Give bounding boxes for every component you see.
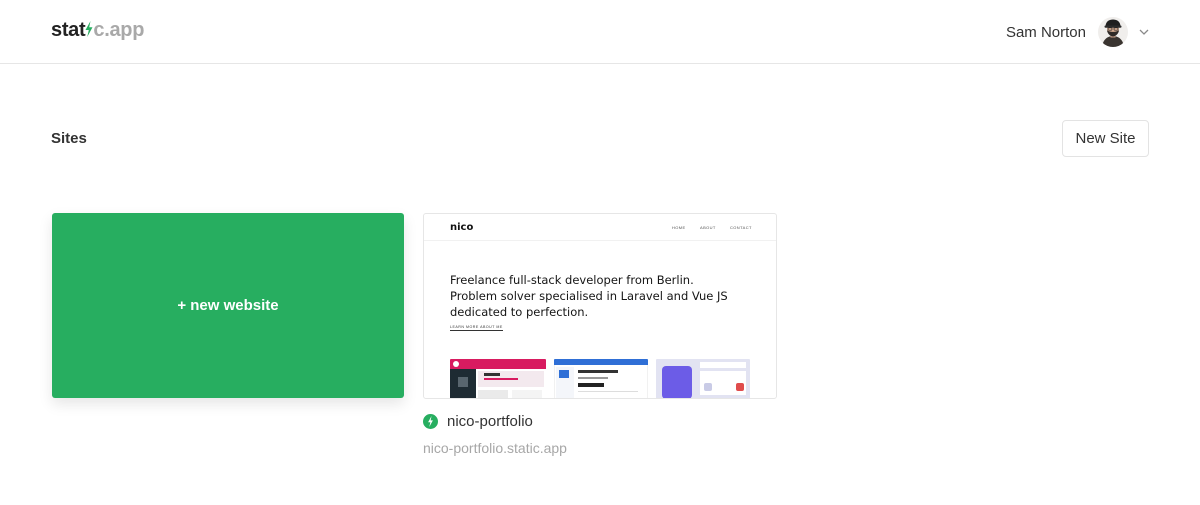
preview-learn-more-link: LEARN MORE ABOUT ME [450,325,503,331]
avatar [1098,17,1128,47]
logo-text-light: c.app [93,19,145,41]
site-name-row: nico-portfolio [423,413,533,430]
preview-hero-text: Freelance full-stack developer from Berl… [450,272,750,320]
bolt-icon [423,414,438,429]
preview-project-shot [554,359,648,398]
chevron-down-icon[interactable] [1138,26,1150,38]
logo-text-dark: stat [51,19,86,41]
static-app-logo[interactable]: stat c.app [51,19,144,42]
preview-project-shot [450,359,546,398]
new-website-label: + new website [177,297,279,314]
site-thumbnail: nico HOME ABOUT CONTACT Freelance full-s… [424,214,776,398]
preview-nav-home: HOME [672,225,686,230]
page-title: Sites [51,130,87,147]
preview-nav-about: ABOUT [700,225,716,230]
new-website-tile[interactable]: + new website [52,213,404,398]
user-menu[interactable]: Sam Norton [1006,16,1150,48]
user-name: Sam Norton [1005,23,1086,41]
preview-nav-contact: CONTACT [730,225,752,230]
preview-hero-line: Problem solver specialised in Laravel an… [450,289,728,303]
preview-divider [424,240,776,241]
new-site-button[interactable]: New Site [1062,120,1149,157]
site-card-preview[interactable]: nico HOME ABOUT CONTACT Freelance full-s… [423,213,777,399]
preview-hero-line: dedicated to perfection. [450,305,589,319]
preview-hero-line: Freelance full-stack developer from Berl… [450,273,694,287]
preview-project-shot [656,359,750,398]
top-header: stat c.app Sam Norton [0,0,1200,64]
site-url[interactable]: nico-portfolio.static.app [423,440,567,456]
preview-logo: nico [450,222,474,233]
site-name[interactable]: nico-portfolio [447,413,533,430]
